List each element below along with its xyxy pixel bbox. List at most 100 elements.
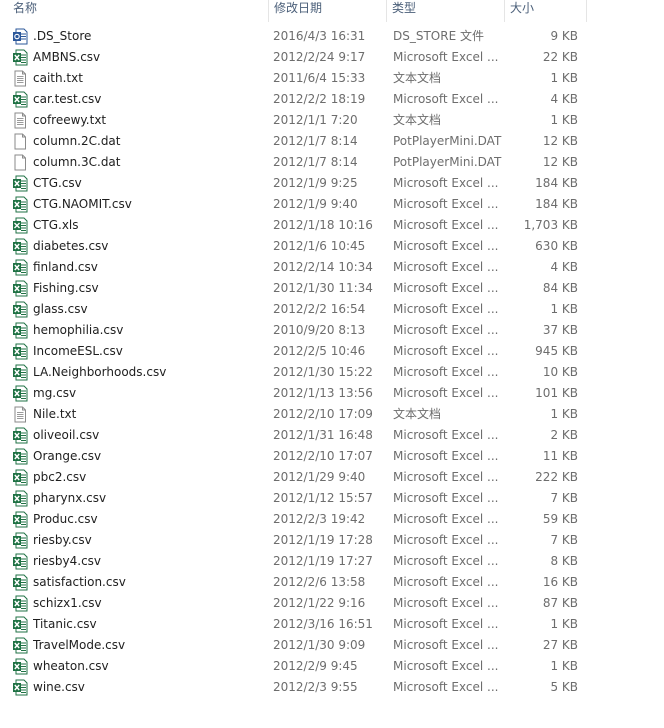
file-name: Orange.csv [33,449,102,463]
excel-icon [12,509,28,530]
excel-icon [12,89,28,110]
file-date-modified: 2012/1/19 17:27 [273,554,373,568]
file-row[interactable]: Titanic.csv 2012/3/16 16:51 Microsoft Exce… [0,614,664,635]
excel-xls-icon [12,215,28,236]
file-type: 文本文档 [393,71,442,85]
file-date-modified: 2012/2/2 18:19 [273,92,366,106]
file-name: wine.csv [33,680,85,694]
file-row[interactable]: IncomeESL.csv 2012/2/5 10:46 Microsoft Exc… [0,341,664,362]
file-type: Microsoft Excel ... [393,512,499,526]
file-size: 27 KB [542,638,578,652]
file-row[interactable]: CTG.NAOMIT.csv 2012/1/9 9:40 Microsoft Exc… [0,194,664,215]
file-size: 4 KB [550,92,578,106]
file-name: caith.txt [33,71,83,85]
file-size: 184 KB [535,176,578,190]
column-header-date-modified[interactable]: 修改日期 [269,0,387,22]
file-date-modified: 2012/1/31 16:48 [273,428,373,442]
excel-icon [12,383,28,404]
file-name: TravelMode.csv [33,638,126,652]
file-row[interactable]: oliveoil.csv 2012/1/31 16:48 Microsoft Exc… [0,425,664,446]
file-size: 8 KB [550,554,578,568]
file-row[interactable]: AMBNS.csv 2012/2/24 9:17 Microsoft Excel .… [0,47,664,68]
file-type: PotPlayerMini.DAT [393,155,502,169]
file-date-modified: 2012/1/13 13:56 [273,386,373,400]
file-type: Microsoft Excel ... [393,176,499,190]
file-size: 5 KB [550,680,578,694]
file-row[interactable]: finland.csv 2012/2/14 10:34 Microsoft Exce… [0,257,664,278]
file-type: Microsoft Excel ... [393,596,499,610]
file-type: Microsoft Excel ... [393,197,499,211]
file-size: 222 KB [535,470,578,484]
file-date-modified: 2012/1/9 9:40 [273,197,358,211]
file-row[interactable]: schizx1.csv 2012/1/22 9:16 Microsoft Excel… [0,593,664,614]
file-date-modified: 2012/1/18 10:16 [273,218,373,232]
file-size: 945 KB [535,344,578,358]
file-date-modified: 2012/1/30 9:09 [273,638,366,652]
file-row[interactable]: LA.Neighborhoods.csv 2012/1/30 15:22 Micro… [0,362,664,383]
file-row[interactable]: diabetes.csv 2012/1/6 10:45 Microsoft Exce… [0,236,664,257]
file-type: Microsoft Excel ... [393,491,499,505]
file-date-modified: 2012/1/9 9:25 [273,176,358,190]
file-type: Microsoft Excel ... [393,302,499,316]
file-row[interactable]: satisfaction.csv 2012/2/6 13:58 Microsoft … [0,572,664,593]
file-type: Microsoft Excel ... [393,260,499,274]
file-row[interactable]: Fishing.csv 2012/1/30 11:34 Microsoft Exce… [0,278,664,299]
file-date-modified: 2012/1/1 7:20 [273,113,358,127]
file-date-modified: 2012/1/19 17:28 [273,533,373,547]
column-header-size[interactable]: 大小 [505,0,587,22]
file-row[interactable]: car.test.csv 2012/2/2 18:19 Microsoft Exce… [0,89,664,110]
file-name: pbc2.csv [33,470,87,484]
file-row[interactable]: TravelMode.csv 2012/1/30 9:09 Microsoft Ex… [0,635,664,656]
file-size: 84 KB [542,281,578,295]
file-size: 4 KB [550,260,578,274]
file-date-modified: 2012/2/3 9:55 [273,680,358,694]
excel-icon [12,677,28,698]
file-row[interactable]: glass.csv 2012/2/2 16:54 Microsoft Excel .… [0,299,664,320]
column-header-type[interactable]: 类型 [387,0,505,22]
file-size: 12 KB [542,134,578,148]
excel-icon [12,341,28,362]
file-type: PotPlayerMini.DAT [393,134,502,148]
file-row[interactable]: wine.csv 2012/2/3 9:55 Microsoft Excel ...… [0,677,664,698]
file-row[interactable]: hemophilia.csv 2010/9/20 8:13 Microsoft Ex… [0,320,664,341]
file-date-modified: 2012/1/6 10:45 [273,239,366,253]
file-row[interactable]: caith.txt 2011/6/4 15:33 文本文档 1 KB [0,68,664,89]
file-date-modified: 2012/1/7 8:14 [273,134,358,148]
file-row[interactable]: pbc2.csv 2012/1/29 9:40 Microsoft Excel ..… [0,467,664,488]
excel-icon [12,593,28,614]
file-row[interactable]: Produc.csv 2012/2/3 19:42 Microsoft Excel … [0,509,664,530]
file-date-modified: 2012/2/5 10:46 [273,344,366,358]
file-row[interactable]: riesby.csv 2012/1/19 17:28 Microsoft Excel… [0,530,664,551]
file-type: 文本文档 [393,407,442,421]
file-name: CTG.NAOMIT.csv [33,197,132,211]
file-row[interactable]: wheaton.csv 2012/2/9 9:45 Microsoft Excel … [0,656,664,677]
file-row[interactable]: .DS_Store 2016/4/3 16:31 DS_STORE 文件 9 KB [0,26,664,47]
file-type: Microsoft Excel ... [393,533,499,547]
file-size: 59 KB [542,512,578,526]
file-row[interactable]: CTG.xls 2012/1/18 10:16 Microsoft Excel ..… [0,215,664,236]
file-date-modified: 2010/9/20 8:13 [273,323,366,337]
file-size: 1 KB [550,113,578,127]
file-row[interactable]: pharynx.csv 2012/1/12 15:57 Microsoft Exce… [0,488,664,509]
column-header-name[interactable]: 名称 [8,0,269,22]
file-name: Produc.csv [33,512,98,526]
file-name: Nile.txt [33,407,77,421]
file-row[interactable]: cofreewy.txt 2012/1/1 7:20 文本文档 1 KB [0,110,664,131]
file-row[interactable]: riesby4.csv 2012/1/19 17:27 Microsoft Exce… [0,551,664,572]
file-row[interactable]: Orange.csv 2012/2/10 17:07 Microsoft Excel… [0,446,664,467]
text-file-icon [12,68,28,89]
text-file-icon [12,110,28,131]
file-name: diabetes.csv [33,239,109,253]
file-row[interactable]: column.3C.dat 2012/1/7 8:14 PotPlayerMini.… [0,152,664,173]
file-row[interactable]: mg.csv 2012/1/13 13:56 Microsoft Excel ...… [0,383,664,404]
file-date-modified: 2012/1/7 8:14 [273,155,358,169]
file-name: oliveoil.csv [33,428,100,442]
file-date-modified: 2012/1/30 15:22 [273,365,373,379]
file-row[interactable]: CTG.csv 2012/1/9 9:25 Microsoft Excel ... 1… [0,173,664,194]
file-row[interactable]: Nile.txt 2012/2/10 17:09 文本文档 1 KB [0,404,664,425]
file-date-modified: 2012/1/29 9:40 [273,470,366,484]
file-row[interactable]: column.2C.dat 2012/1/7 8:14 PotPlayerMini.… [0,131,664,152]
file-size: 87 KB [542,596,578,610]
file-name: IncomeESL.csv [33,344,123,358]
file-name: Titanic.csv [33,617,97,631]
